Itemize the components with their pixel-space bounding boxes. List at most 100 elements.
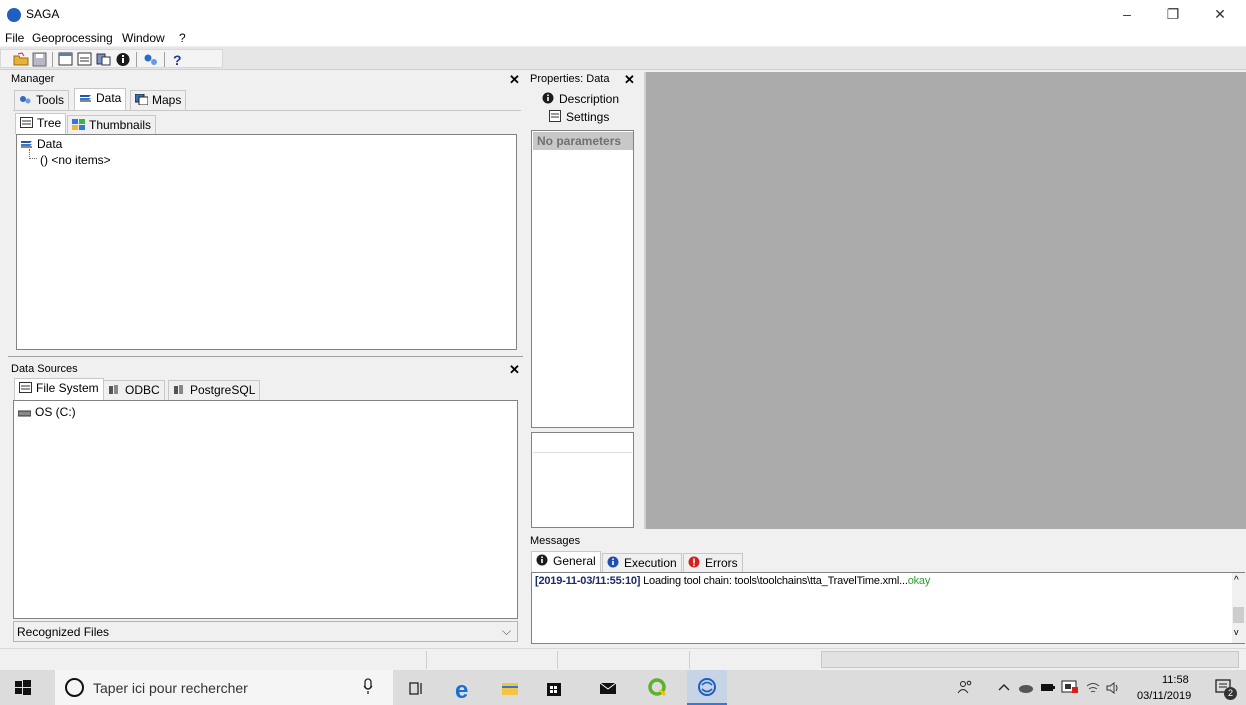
log-text: Loading tool chain: tools\toolchains\tta… (640, 575, 908, 587)
info-icon (536, 554, 549, 566)
error-icon (688, 556, 701, 568)
title-bar: SAGA – ❐ ✕ (0, 0, 1246, 30)
scroll-up-icon[interactable]: ^ (1234, 575, 1239, 586)
tab-execution[interactable]: Execution (602, 553, 682, 572)
menu-geoprocessing[interactable]: Geoprocessing (32, 31, 113, 45)
tab-errors[interactable]: Errors (683, 553, 743, 572)
map-workspace[interactable] (644, 72, 1246, 529)
drive-icon (17, 406, 32, 417)
edge-browser-icon[interactable]: e (454, 677, 474, 704)
file-system-tree[interactable]: OS (C:) (13, 400, 518, 619)
data-tree[interactable]: Data () <no items> (16, 134, 517, 350)
subtab-thumbnails[interactable]: Thumbnails (67, 115, 157, 134)
drive-item[interactable]: OS (C:) (17, 405, 76, 419)
saga-logo-icon (7, 8, 21, 22)
tab-tools[interactable]: Tools (14, 90, 70, 110)
taskbar-search-box[interactable]: Taper ici pour rechercher (55, 670, 393, 705)
minimize-button[interactable]: – (1112, 6, 1142, 24)
cortana-icon (65, 678, 84, 697)
saga-taskbar-button[interactable] (687, 670, 727, 705)
chevron-up-icon[interactable] (996, 679, 1012, 699)
data-stack-icon (79, 92, 92, 103)
mail-icon[interactable] (598, 678, 618, 698)
properties-close-button[interactable]: ✕ (624, 72, 635, 88)
tray-app-icon[interactable] (1061, 679, 1079, 699)
battery-icon[interactable] (1040, 680, 1056, 700)
task-view-icon[interactable] (407, 678, 427, 698)
info-icon (542, 92, 555, 104)
tab-general-label: General (553, 554, 596, 568)
data-sources-panel: File System ODBC PostgreSQL OS (C:) Reco… (10, 376, 521, 644)
microphone-icon[interactable] (363, 678, 373, 695)
open-icon[interactable] (13, 52, 29, 67)
file-explorer-icon[interactable] (500, 678, 520, 698)
tab-general[interactable]: General (531, 551, 601, 572)
manager-window-icon[interactable] (58, 52, 74, 67)
restore-button[interactable]: ❐ (1158, 6, 1188, 24)
manager-panel: Tools Data Maps Tree Thumbnails Data () … (10, 86, 521, 358)
tree-root-label: Data (37, 137, 63, 151)
scroll-thumb[interactable] (1233, 607, 1244, 623)
database-icon (173, 384, 186, 395)
tab-maps-label: Maps (152, 93, 182, 107)
subtab-tree[interactable]: Tree (15, 113, 67, 134)
no-parameters-label: No parameters (533, 132, 633, 150)
clock-date[interactable]: 03/11/2019 (1137, 690, 1191, 702)
tree-root[interactable]: Data (20, 137, 62, 151)
settings-label: Settings (566, 110, 610, 124)
wifi-icon[interactable] (1085, 680, 1101, 700)
close-button[interactable]: ✕ (1205, 6, 1235, 24)
store-icon[interactable] (544, 678, 564, 698)
properties-title: Properties: Data (530, 73, 610, 85)
messages-panel: Messages General Execution Errors [2019-… (527, 532, 1246, 648)
tab-maps[interactable]: Maps (130, 90, 187, 110)
menu-window[interactable]: Window (122, 31, 165, 45)
thumbnails-icon (72, 119, 85, 130)
tab-postgresql[interactable]: PostgreSQL (168, 380, 261, 400)
tools-gears-icon[interactable] (143, 52, 159, 67)
clock-time[interactable]: 11:58 (1162, 674, 1189, 686)
help-icon[interactable]: ? (170, 52, 186, 68)
status-field-2 (557, 651, 689, 669)
message-log[interactable]: [2019-11-03/11:55:10] Loading tool chain… (531, 572, 1245, 644)
gears-icon (19, 94, 32, 105)
tab-postgresql-label: PostgreSQL (190, 383, 256, 397)
toolbar-strip: ? (0, 49, 223, 68)
log-scrollbar[interactable]: ^ v (1232, 573, 1245, 643)
description-button[interactable]: Description (542, 92, 619, 106)
settings-icon (549, 110, 562, 122)
onedrive-icon[interactable] (1018, 680, 1034, 700)
menu-help[interactable]: ? (179, 31, 186, 45)
database-icon (108, 384, 121, 395)
tab-file-system[interactable]: File System (14, 378, 104, 400)
people-icon[interactable] (957, 679, 973, 699)
tree-child-no-items[interactable]: () <no items> (40, 153, 111, 167)
menu-file[interactable]: File (5, 31, 24, 45)
description-area (531, 432, 634, 528)
settings-button[interactable]: Settings (549, 110, 609, 124)
tab-errors-label: Errors (705, 556, 738, 570)
parameters-area: No parameters (531, 130, 634, 428)
messages-title: Messages (530, 535, 581, 547)
progress-bar (821, 651, 1239, 668)
manager-bottom-border (8, 356, 523, 357)
tab-data[interactable]: Data (74, 88, 127, 110)
tree-icon (20, 117, 33, 128)
status-field-3 (689, 651, 821, 669)
data-tab-body: Tree Thumbnails Data () <no items> (13, 110, 521, 350)
tab-execution-label: Execution (624, 556, 677, 570)
status-field-1 (426, 651, 557, 669)
data-sources-icon[interactable] (96, 52, 112, 67)
windows-start-icon[interactable] (13, 678, 33, 698)
data-stack-icon (20, 138, 33, 149)
volume-icon[interactable] (1105, 680, 1121, 700)
properties-window-icon[interactable] (77, 52, 93, 67)
save-icon[interactable] (32, 52, 48, 67)
info-icon[interactable] (115, 52, 131, 67)
qgis-icon[interactable] (648, 678, 668, 698)
tab-odbc[interactable]: ODBC (103, 380, 165, 400)
scroll-down-icon[interactable]: v (1234, 627, 1239, 637)
search-placeholder: Taper ici pour rechercher (93, 680, 248, 696)
recognized-files-select[interactable]: Recognized Files ⌵ (13, 621, 518, 642)
subtab-thumbnails-label: Thumbnails (89, 118, 152, 132)
